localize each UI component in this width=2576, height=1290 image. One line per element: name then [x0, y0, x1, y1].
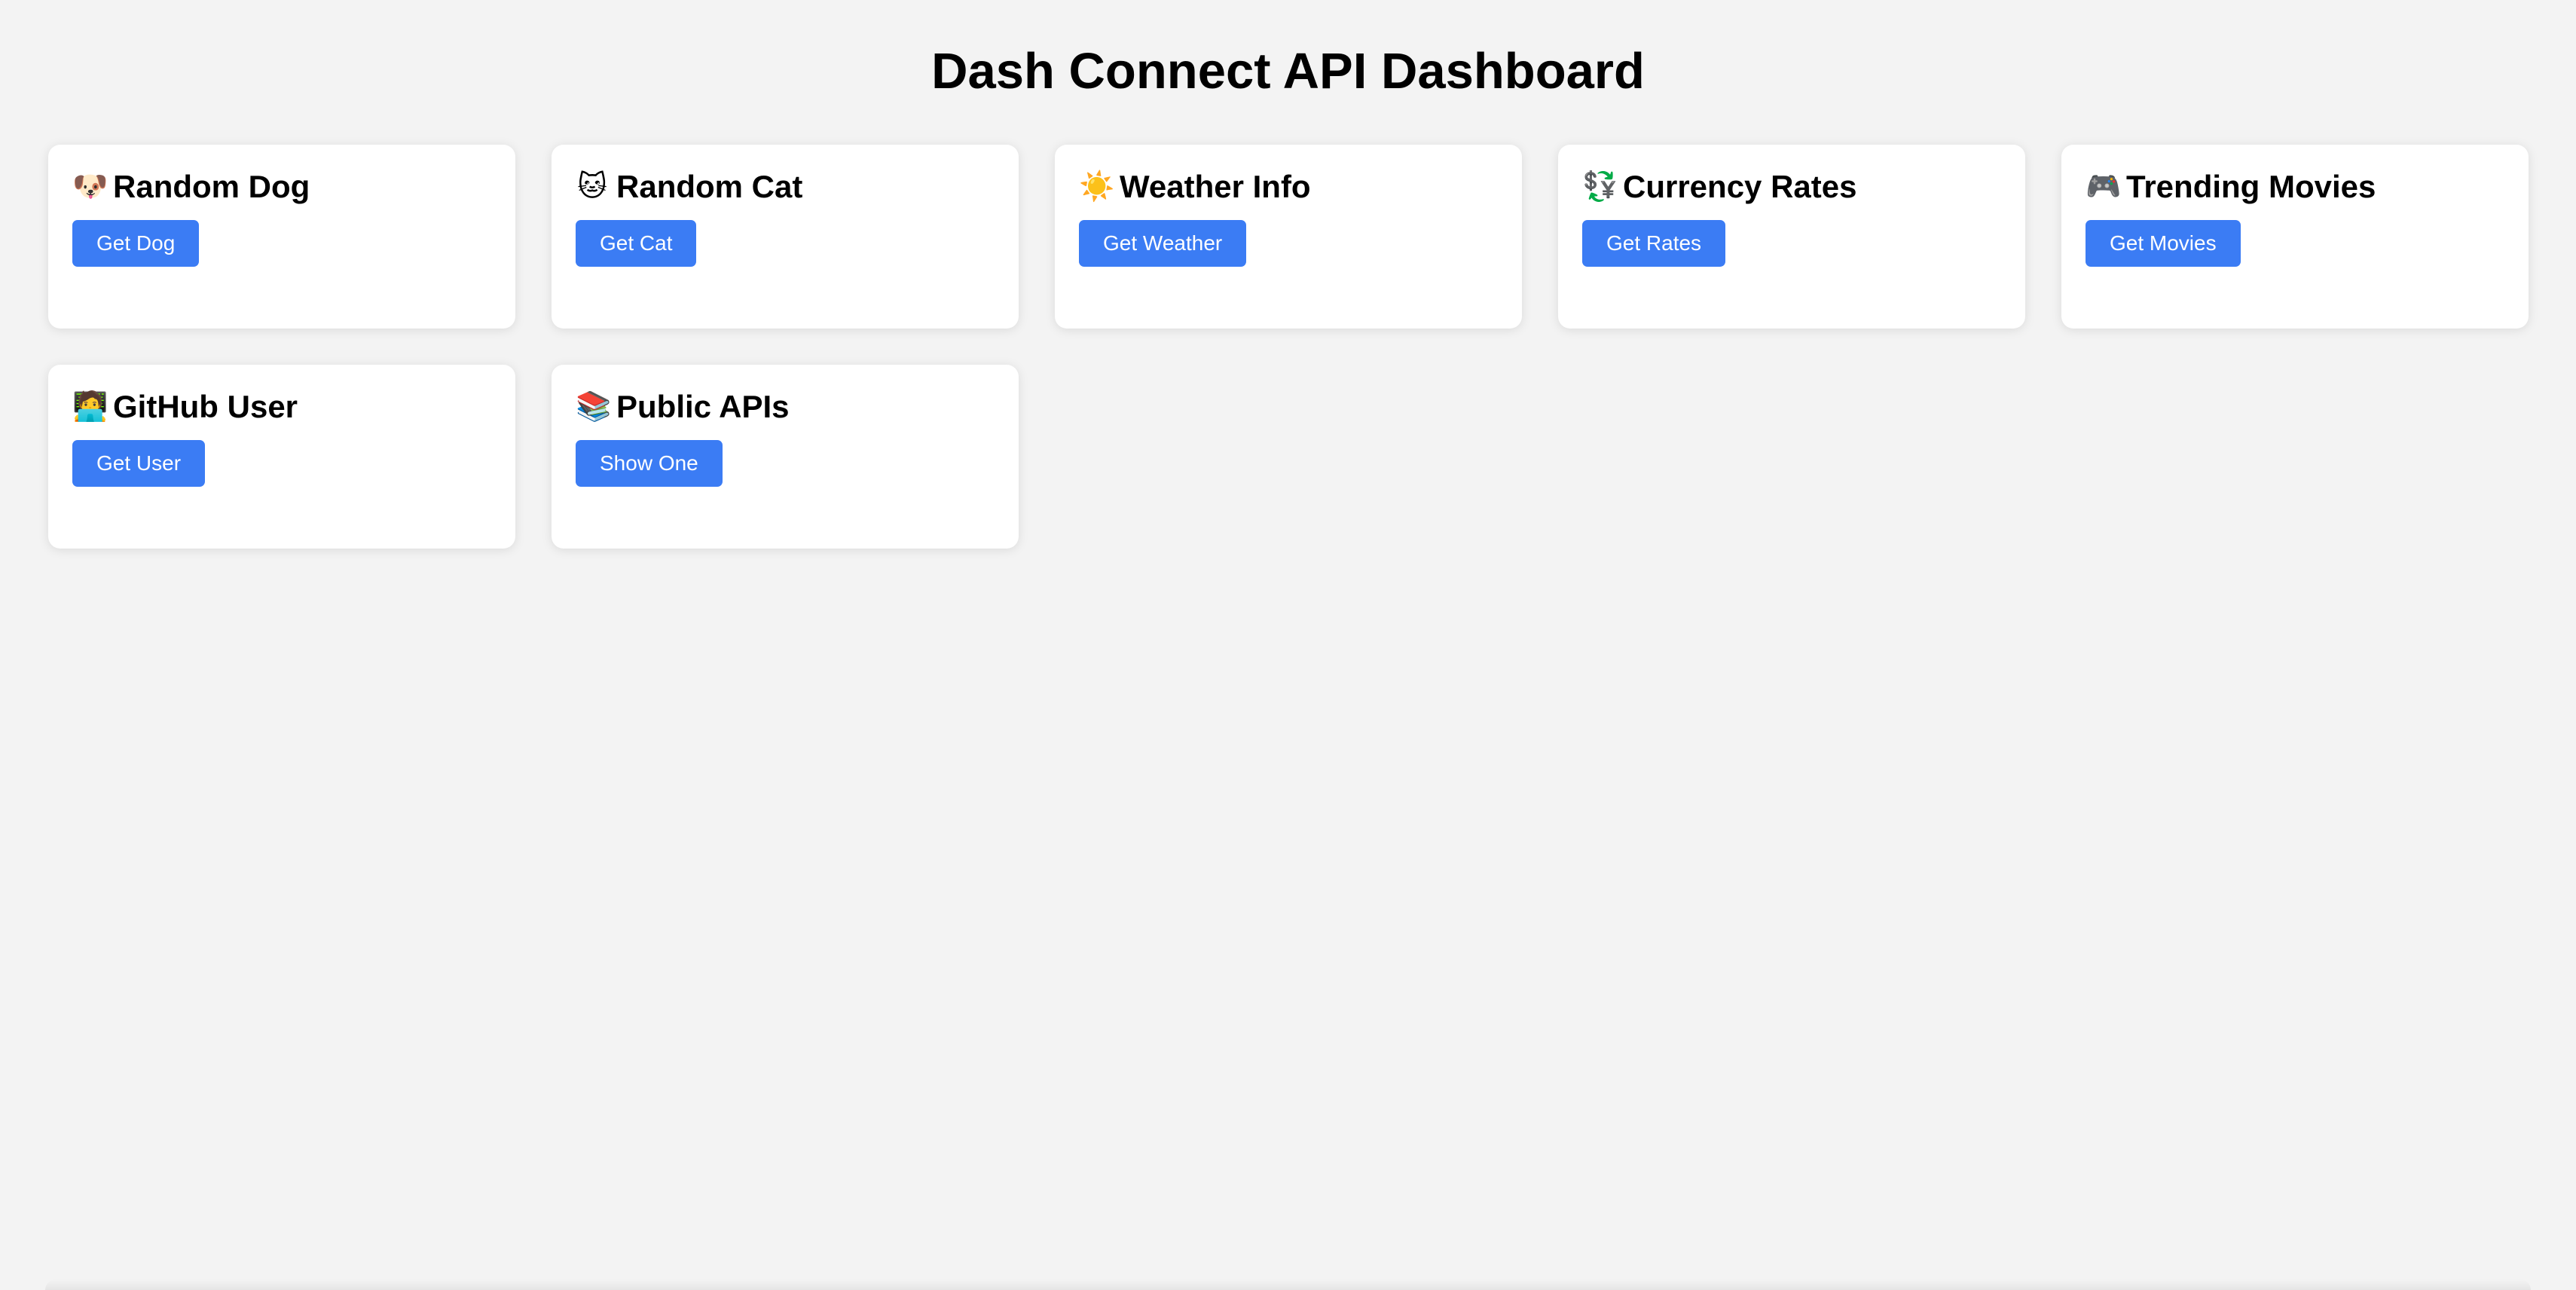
- card-github-user: 🧑‍💻 GitHub User Get User: [48, 365, 515, 549]
- card-weather-info: ☀️ Weather Info Get Weather: [1055, 145, 1522, 329]
- card-title-label: GitHub User: [113, 389, 298, 424]
- sun-icon: ☀️: [1079, 171, 1115, 203]
- books-icon: 📚: [576, 391, 612, 423]
- game-controller-icon: 🎮: [2086, 171, 2122, 203]
- card-trending-movies: 🎮 Trending Movies Get Movies: [2061, 145, 2529, 329]
- card-title-label: Random Dog: [113, 169, 310, 204]
- technologist-icon: 🧑‍💻: [72, 391, 108, 423]
- get-dog-button[interactable]: Get Dog: [72, 220, 200, 267]
- get-cat-button[interactable]: Get Cat: [576, 220, 697, 267]
- currency-exchange-icon: 💱: [1582, 171, 1618, 203]
- card-title: 🧑‍💻 GitHub User: [72, 387, 491, 426]
- card-title: ☀️ Weather Info: [1079, 167, 1498, 206]
- api-card-grid: 🐶 Random Dog Get Dog 🐱 Random Cat Get Ca…: [48, 145, 2529, 549]
- card-title: 📚 Public APIs: [576, 387, 995, 426]
- card-title-label: Currency Rates: [1623, 169, 1857, 204]
- card-title: 🎮 Trending Movies: [2086, 167, 2504, 206]
- card-public-apis: 📚 Public APIs Show One: [552, 365, 1019, 549]
- bottom-shadow: [45, 1279, 2531, 1290]
- get-movies-button[interactable]: Get Movies: [2086, 220, 2241, 267]
- card-title-label: Public APIs: [616, 389, 790, 424]
- dog-face-icon: 🐶: [72, 171, 108, 203]
- card-title-label: Weather Info: [1120, 169, 1311, 204]
- card-random-cat: 🐱 Random Cat Get Cat: [552, 145, 1019, 329]
- card-random-dog: 🐶 Random Dog Get Dog: [48, 145, 515, 329]
- get-rates-button[interactable]: Get Rates: [1582, 220, 1726, 267]
- get-user-button[interactable]: Get User: [72, 440, 206, 487]
- card-title-label: Random Cat: [616, 169, 803, 204]
- card-title: 💱 Currency Rates: [1582, 167, 2001, 206]
- card-title: 🐶 Random Dog: [72, 167, 491, 206]
- dashboard-page: Dash Connect API Dashboard 🐶 Random Dog …: [0, 0, 2576, 1290]
- page-title: Dash Connect API Dashboard: [931, 43, 1645, 99]
- card-title: 🐱 Random Cat: [576, 167, 995, 206]
- card-title-label: Trending Movies: [2126, 169, 2376, 204]
- show-one-button[interactable]: Show One: [576, 440, 723, 487]
- cat-face-icon: 🐱: [577, 171, 607, 203]
- card-currency-rates: 💱 Currency Rates Get Rates: [1558, 145, 2025, 329]
- get-weather-button[interactable]: Get Weather: [1079, 220, 1247, 267]
